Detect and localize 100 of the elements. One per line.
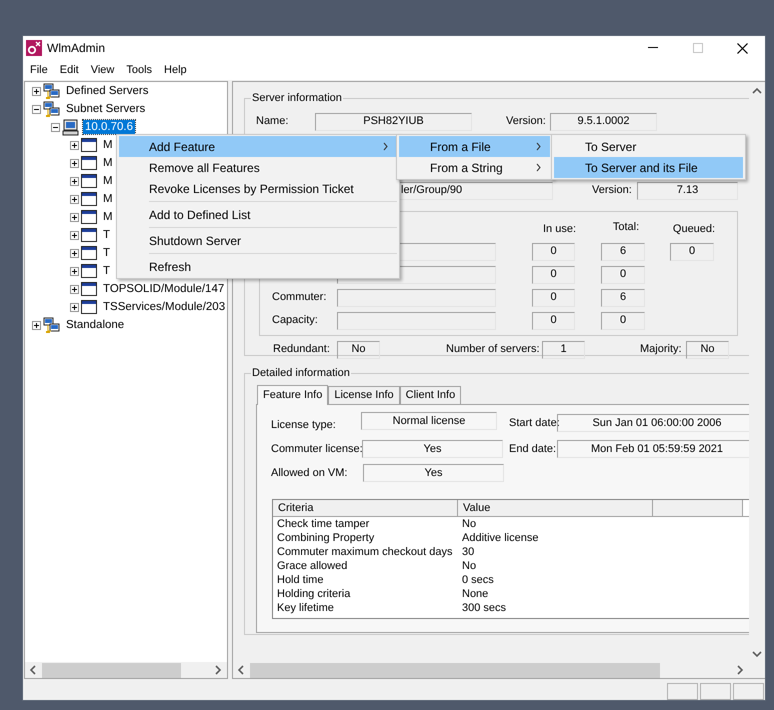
expand-icon[interactable]	[70, 248, 79, 258]
table-cell-text: No	[461, 559, 478, 573]
read-only-field: ler/Group/90	[399, 182, 553, 200]
menu-item[interactable]: File	[24, 60, 54, 80]
tab[interactable]: Feature Info	[257, 384, 328, 404]
expand-icon[interactable]	[32, 320, 41, 330]
table-cell-text: Additive license	[461, 531, 540, 545]
scroll-right-icon[interactable]	[214, 665, 222, 675]
network-computers-icon	[43, 316, 60, 334]
read-only-field: 7.13	[637, 182, 738, 200]
tree-item[interactable]: Defined Servers	[64, 84, 150, 98]
field-label: Total:	[612, 220, 640, 235]
read-only-field: 6	[601, 242, 645, 260]
tree-item[interactable]: Subnet Servers	[64, 102, 148, 116]
expand-icon[interactable]	[32, 86, 41, 96]
close-icon	[737, 42, 748, 54]
tab[interactable]: Client Info	[400, 386, 462, 404]
table-cell-text: 30	[461, 545, 476, 559]
collapse-icon[interactable]	[51, 122, 60, 132]
group-title: Detailed information	[251, 366, 351, 381]
expand-icon[interactable]	[70, 212, 79, 222]
read-only-field: Yes	[362, 440, 503, 458]
window-icon	[81, 263, 97, 279]
read-only-field: 0	[601, 312, 645, 330]
field-label: Commuter license:	[271, 442, 362, 457]
collapse-icon[interactable]	[32, 104, 41, 114]
scroll-down-icon[interactable]	[752, 650, 762, 658]
menu-item[interactable]: To Server and its File	[554, 157, 743, 178]
menu-item[interactable]: Help	[158, 60, 193, 80]
field-label: Version:	[506, 114, 547, 130]
expand-icon[interactable]	[70, 176, 79, 186]
read-only-field: No	[686, 340, 729, 358]
read-only-field: Yes	[363, 464, 504, 482]
expand-icon[interactable]	[70, 230, 79, 240]
window-icon	[81, 155, 97, 171]
expand-icon[interactable]	[70, 284, 79, 294]
field-label: Allowed on VM:	[271, 466, 348, 481]
expand-icon[interactable]	[70, 194, 79, 204]
expand-icon[interactable]	[70, 266, 79, 276]
tree-item[interactable]: M	[101, 138, 115, 152]
tab[interactable]: License Info	[328, 386, 400, 404]
tree-item[interactable]: T	[101, 228, 112, 242]
menu-item[interactable]: Refresh	[119, 256, 397, 277]
menu-item[interactable]: To Server	[554, 136, 743, 157]
read-only-field: 0	[670, 242, 714, 260]
tree-item[interactable]: M	[101, 174, 115, 188]
tree-item[interactable]: Standalone	[64, 318, 126, 332]
table-cell-text: No	[461, 517, 478, 531]
scroll-right-icon[interactable]	[736, 665, 744, 675]
read-only-field: 0	[532, 266, 575, 284]
menu-item[interactable]: Remove all Features	[119, 157, 397, 178]
tree-item[interactable]: 10.0.70.6	[83, 120, 135, 134]
menu-item-label: Remove all Features	[149, 160, 260, 176]
scrollbar-thumb[interactable]	[250, 662, 660, 678]
menu-item[interactable]: Shutdown Server	[119, 230, 397, 251]
network-computers-icon	[43, 100, 60, 118]
tree-item[interactable]: M	[101, 210, 115, 224]
field-label: Capacity:	[272, 313, 319, 328]
expand-icon[interactable]	[70, 140, 79, 150]
column-header[interactable]: Criteria	[273, 500, 458, 516]
status-panel	[700, 683, 731, 700]
tree-item[interactable]: TSServices/Module/203	[101, 300, 227, 314]
field-label: Commuter:	[272, 290, 328, 306]
menu-item[interactable]: Tools	[120, 60, 158, 80]
table-cell-text: Holding criteria	[276, 587, 352, 601]
column-header[interactable]: Value	[458, 500, 653, 516]
menu-item[interactable]: From a String	[399, 157, 550, 178]
tree-item[interactable]: M	[101, 192, 115, 206]
scroll-left-icon[interactable]	[237, 665, 245, 675]
group-title: Server information	[251, 91, 343, 106]
expand-icon[interactable]	[70, 302, 79, 312]
window-title: WlmAdmin	[47, 40, 106, 57]
tree-item[interactable]: T	[101, 264, 112, 278]
status-panel	[667, 683, 698, 700]
menu-item[interactable]: View	[84, 60, 120, 80]
menu-item[interactable]: Add to Defined List	[119, 204, 397, 225]
field-label: Version:	[592, 183, 633, 198]
tree-item[interactable]: M	[101, 156, 115, 170]
menu-item[interactable]: From a File	[399, 136, 550, 157]
field-label: Majority:	[640, 342, 683, 358]
menu-item[interactable]: Edit	[54, 60, 85, 80]
scroll-left-icon[interactable]	[29, 665, 37, 675]
window-icon	[81, 281, 97, 297]
menu-item-label: To Server	[585, 138, 636, 156]
menu-item[interactable]: Add Feature	[119, 136, 397, 157]
scrollbar-thumb[interactable]	[42, 662, 181, 678]
field-label: License type:	[271, 418, 337, 432]
read-only-field: Mon Feb 01 05:59:59 2021	[557, 440, 749, 458]
window-icon	[81, 173, 97, 189]
minimize-icon	[648, 47, 658, 49]
menu-item[interactable]: Revoke Licenses by Permission Ticket	[119, 178, 397, 199]
tree-item[interactable]: TOPSOLID/Module/147	[101, 282, 226, 296]
field-label: Number of servers:	[446, 342, 541, 358]
tree-item[interactable]: T	[101, 246, 112, 260]
menu-item-label: Shutdown Server	[149, 232, 242, 250]
scroll-up-icon[interactable]	[752, 87, 762, 95]
table-cell-text: Hold time	[276, 573, 324, 587]
read-only-field: 6	[601, 288, 645, 306]
window-icon	[81, 299, 97, 315]
expand-icon[interactable]	[70, 158, 79, 168]
